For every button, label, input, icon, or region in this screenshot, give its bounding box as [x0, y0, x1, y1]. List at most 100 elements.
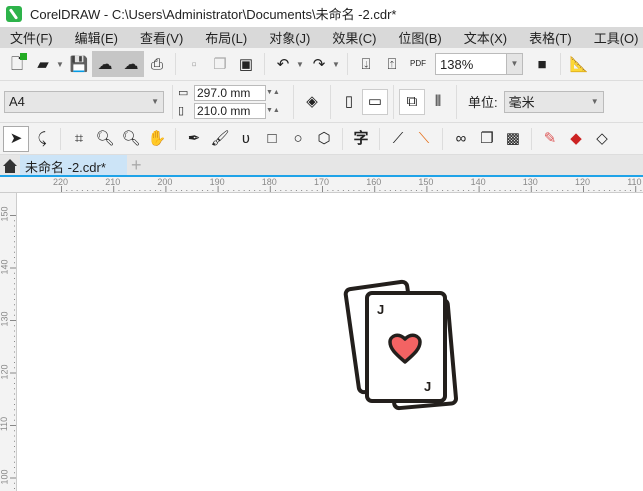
- chevron-down-icon[interactable]: ▼: [506, 54, 522, 74]
- dimension-tool-icon[interactable]: ⟋: [385, 126, 411, 152]
- coreldraw-logo-icon: [6, 5, 22, 22]
- page-width-input[interactable]: 297.0 mm: [194, 84, 266, 101]
- ruler-tick: [442, 190, 444, 191]
- brush-tool-icon[interactable]: 🖌: [207, 126, 233, 152]
- page-height-input[interactable]: 210.0 mm: [194, 102, 266, 119]
- menu-item[interactable]: 布局(L): [205, 28, 247, 47]
- playing-cards-artwork[interactable]: J J: [18, 194, 643, 491]
- cut-icon[interactable]: ▫: [181, 51, 207, 77]
- print-icon[interactable]: ⎙: [144, 51, 170, 77]
- chevron-down-icon[interactable]: ▼: [332, 60, 342, 69]
- ruler-tick: [452, 190, 454, 191]
- ruler-tick: [10, 267, 16, 269]
- ruler-tick: [14, 451, 15, 453]
- menu-item[interactable]: 位图(B): [398, 28, 441, 47]
- vertical-ruler[interactable]: 150 140 130 120 110 100: [0, 193, 17, 491]
- menu-item[interactable]: 效果(C): [332, 28, 376, 47]
- document-tab[interactable]: 未命名 -2.cdr*: [20, 155, 127, 175]
- all-pages-icon[interactable]: ⧉: [399, 88, 425, 115]
- export-icon[interactable]: ⍐: [379, 51, 405, 77]
- portrait-icon[interactable]: ▯: [336, 89, 362, 115]
- full-screen-icon[interactable]: ■: [529, 51, 555, 77]
- paste-icon[interactable]: ▣: [233, 51, 259, 77]
- export-pdf-icon[interactable]: PDF: [405, 51, 431, 77]
- ruler-tick: [76, 190, 78, 191]
- ruler-tick: [332, 190, 334, 191]
- drawing-canvas[interactable]: J J: [18, 194, 643, 491]
- menu-item[interactable]: 文件(F): [10, 28, 53, 47]
- units-select[interactable]: 毫米 ▼: [503, 90, 604, 113]
- pan-tool-icon[interactable]: ✋: [144, 126, 170, 152]
- zoom-level-select[interactable]: 138% ▼: [435, 53, 523, 75]
- menu-item[interactable]: 对象(J): [269, 28, 310, 47]
- cloud-upload-icon[interactable]: ☁: [118, 51, 144, 77]
- connector-tool-icon[interactable]: ⟍: [411, 126, 437, 152]
- ruler-tick: [14, 409, 15, 411]
- polygon-tool-icon[interactable]: ⬡: [311, 126, 337, 152]
- ruler-tick: [546, 190, 548, 191]
- width-spinner[interactable]: ▼▲: [266, 89, 288, 96]
- drop-shadow-icon[interactable]: ❐: [474, 126, 500, 152]
- height-spinner[interactable]: ▼▲: [266, 107, 288, 114]
- chevron-down-icon[interactable]: ▼: [56, 60, 66, 69]
- save-icon[interactable]: 💾: [66, 51, 92, 77]
- ruler-label: 120: [575, 177, 591, 187]
- ruler-tick: [66, 190, 68, 191]
- pick-tool-icon[interactable]: ➤: [3, 125, 29, 152]
- redo-icon[interactable]: ↷: [306, 51, 332, 77]
- open-folder-icon[interactable]: ▰: [30, 51, 56, 77]
- eyedropper-tool-icon[interactable]: ✎: [537, 126, 563, 152]
- ruler-tick: [14, 304, 15, 306]
- menu-item[interactable]: 表格(T): [529, 28, 572, 47]
- ruler-tick: [144, 190, 146, 191]
- current-page-icon[interactable]: ⫴: [425, 89, 451, 115]
- menu-item[interactable]: 工具(O): [594, 28, 639, 47]
- ruler-tick: [14, 262, 15, 264]
- cloud-download-icon[interactable]: ☁: [92, 51, 118, 77]
- ruler-tick: [14, 430, 15, 432]
- transparency-tool-icon[interactable]: ▩: [500, 126, 526, 152]
- pen-tool-icon[interactable]: ✒: [181, 126, 207, 152]
- menu-item[interactable]: 文本(X): [464, 28, 507, 47]
- add-tab-button[interactable]: +: [131, 155, 142, 175]
- blend-tool-icon[interactable]: ∞: [448, 126, 474, 152]
- chevron-down-icon[interactable]: ▼: [296, 60, 306, 69]
- ellipse-tool-icon[interactable]: ○: [285, 126, 311, 152]
- spiral-tool-icon[interactable]: ʋ: [233, 126, 259, 152]
- zoom-out-icon[interactable]: 🔍︎: [118, 126, 144, 152]
- landscape-icon[interactable]: ▭: [362, 88, 388, 115]
- horizontal-ruler[interactable]: 220 210 200 190 180 170 160 150 140 130 120 110: [0, 177, 643, 193]
- smart-fill-icon[interactable]: ◇: [589, 126, 615, 152]
- ruler-tick: [588, 190, 590, 191]
- ruler-label: 160: [366, 177, 382, 187]
- page-width-icon: ▭: [178, 87, 189, 99]
- copy-icon[interactable]: ❐: [207, 51, 233, 77]
- ruler-tick: [14, 299, 15, 300]
- ruler-tick: [207, 190, 209, 191]
- import-icon[interactable]: ⍗: [353, 51, 379, 77]
- ruler-tick: [10, 425, 16, 426]
- crop-tool-icon[interactable]: ⌗: [66, 126, 92, 152]
- page-layout-icon[interactable]: ◈: [299, 89, 325, 115]
- ruler-tick: [515, 190, 517, 191]
- home-icon[interactable]: [2, 158, 18, 174]
- ruler-label: 120: [0, 363, 10, 380]
- fill-tool-icon[interactable]: ◆: [563, 126, 589, 152]
- new-document-icon[interactable]: 🗋: [4, 51, 30, 77]
- text-tool-icon[interactable]: 字: [348, 126, 374, 152]
- ruler-tick: [14, 330, 15, 332]
- menu-item[interactable]: 编辑(E): [75, 28, 118, 47]
- rectangle-tool-icon[interactable]: □: [259, 126, 285, 152]
- page-size-select[interactable]: A4 ▼: [4, 90, 164, 113]
- ruler-label: 150: [418, 177, 434, 187]
- ruler-label: 200: [157, 177, 173, 187]
- rulers-toggle-icon[interactable]: 📐: [566, 51, 592, 77]
- ruler-tick: [379, 190, 381, 191]
- undo-icon[interactable]: ↶: [270, 51, 296, 77]
- units-value: 毫米: [508, 95, 535, 110]
- menu-item[interactable]: 查看(V): [140, 28, 183, 47]
- shape-tool-icon[interactable]: ⤹: [29, 126, 55, 152]
- zoom-tool-icon[interactable]: 🔍︎: [92, 126, 118, 152]
- ruler-tick: [489, 190, 491, 191]
- ruler-tick: [14, 404, 15, 405]
